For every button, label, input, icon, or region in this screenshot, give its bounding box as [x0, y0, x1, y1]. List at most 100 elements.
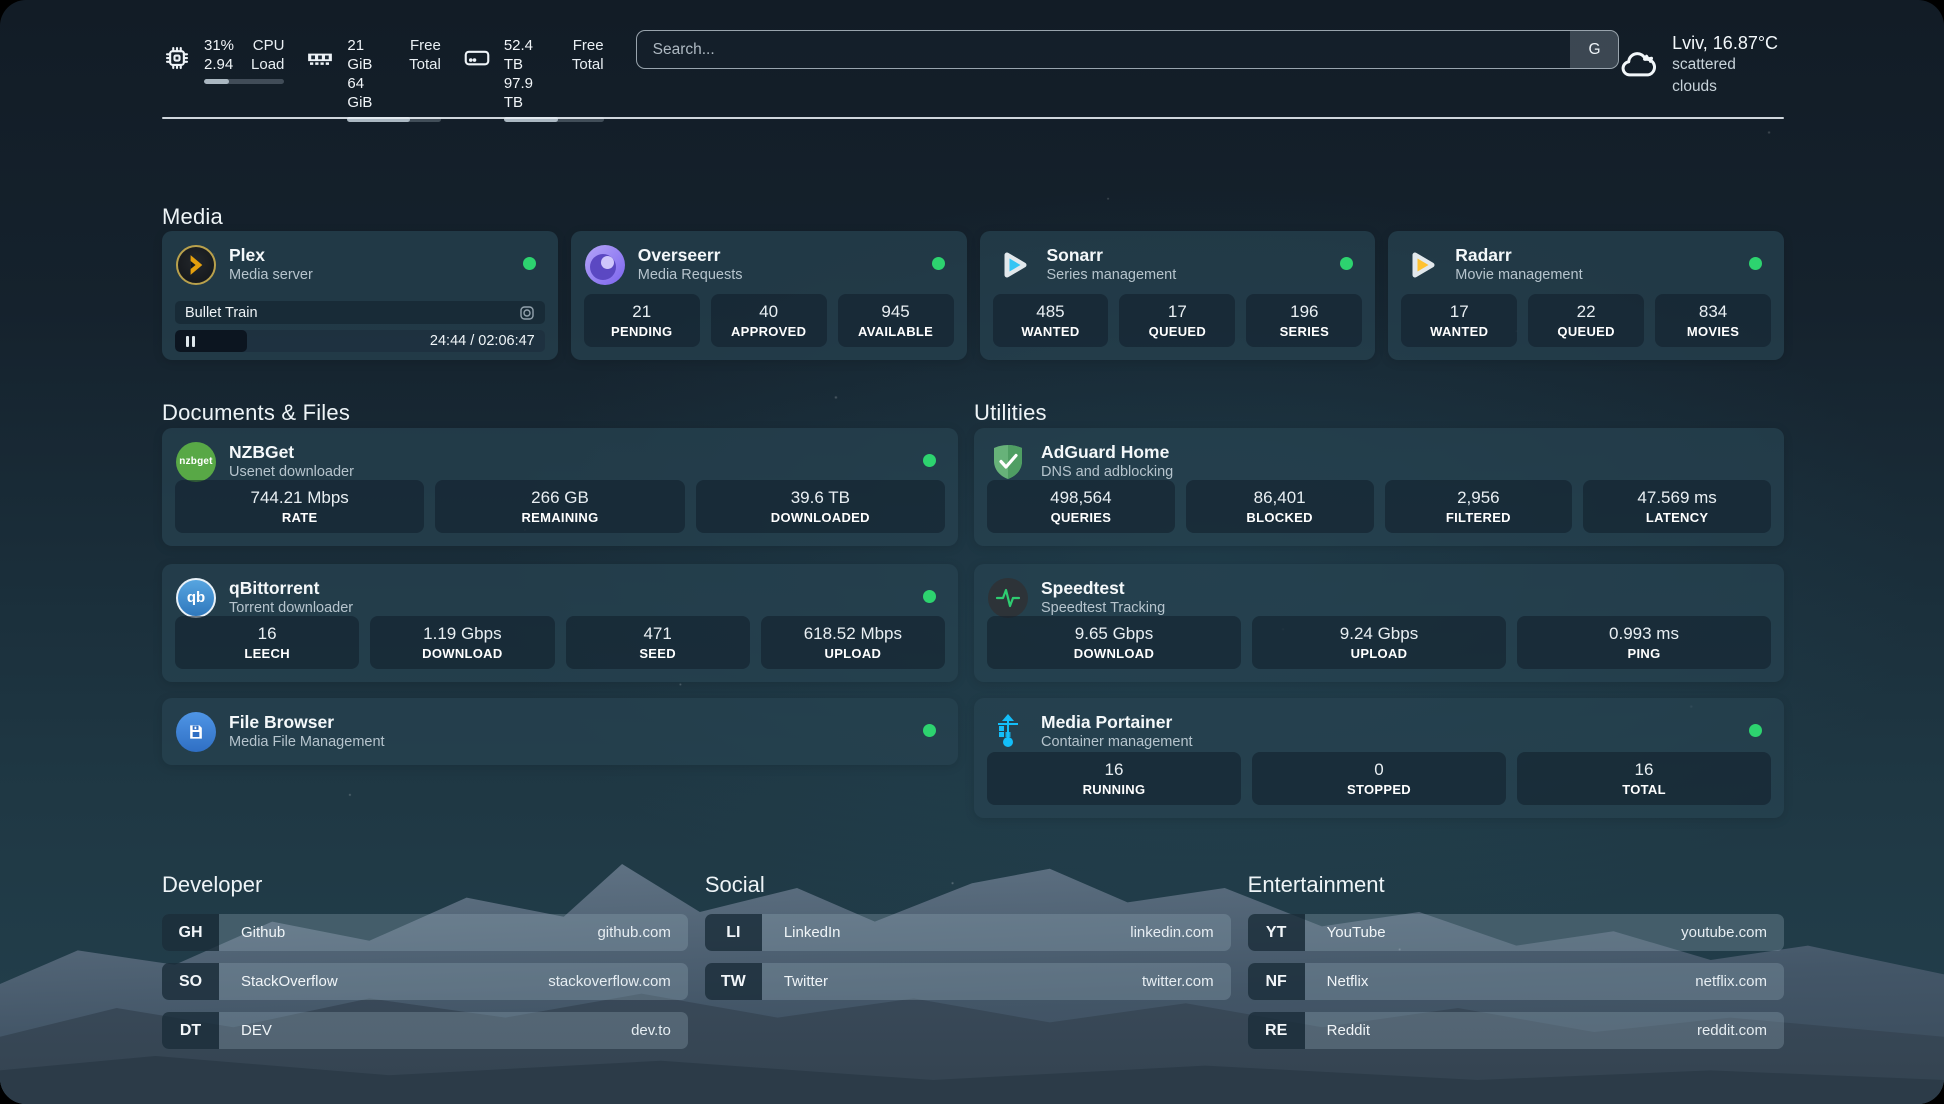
memory-stat-group: 21 GiB 64 GiB Free Total	[305, 30, 440, 122]
cpu-load-label: Load	[251, 55, 284, 74]
adguard-card[interactable]: AdGuard Home DNS and adblocking 498,564 …	[974, 428, 1784, 546]
filebrowser-icon	[176, 712, 216, 752]
stat-latency: 47.569 ms LATENCY	[1583, 480, 1771, 533]
status-online-dot	[523, 257, 536, 270]
app-description: Media Requests	[638, 266, 743, 285]
header-divider	[162, 117, 1784, 119]
link-abbr-badge: DT	[162, 1012, 219, 1049]
now-playing-bar: Bullet Train	[175, 301, 545, 324]
cloud-icon	[1619, 45, 1659, 85]
search-engine-button[interactable]: G	[1570, 31, 1618, 68]
sonarr-card[interactable]: Sonarr Series management 485 WANTED 17 Q…	[980, 231, 1376, 360]
search-input[interactable]	[637, 31, 1571, 68]
plex-icon	[176, 245, 216, 285]
bookmarks-area: Developer GH Github github.com SO StackO…	[162, 872, 1784, 1061]
cpu-progress-bar	[204, 79, 284, 84]
stat-running: 16 RUNNING	[987, 752, 1241, 805]
section-title-documents: Documents & Files	[162, 400, 350, 426]
link-abbr-badge: YT	[1248, 914, 1305, 951]
app-name: Speedtest	[1041, 577, 1165, 599]
cpu-icon	[162, 43, 192, 73]
memory-icon	[305, 43, 335, 73]
status-online-dot	[1749, 257, 1762, 270]
stat-queries: 498,564 QUERIES	[987, 480, 1175, 533]
stat-blocked: 86,401 BLOCKED	[1186, 480, 1374, 533]
weather-condition: scattered clouds	[1672, 54, 1784, 98]
section-title-social: Social	[705, 872, 1231, 898]
link-abbr-badge: RE	[1248, 1012, 1305, 1049]
app-name: Overseerr	[638, 244, 743, 266]
plex-card[interactable]: Plex Media server Bullet Train 24:44 / 0…	[162, 231, 558, 360]
overseerr-icon	[585, 245, 625, 285]
link-stackoverflow[interactable]: SO StackOverflow stackoverflow.com	[162, 963, 688, 1000]
radarr-card[interactable]: Radarr Movie management 17 WANTED 22 QUE…	[1388, 231, 1784, 360]
qbittorrent-card[interactable]: qb qBittorrent Torrent downloader 16 LEE…	[162, 564, 958, 682]
disk-total-label: Total	[572, 55, 604, 74]
app-name: File Browser	[229, 711, 385, 733]
speedtest-card[interactable]: Speedtest Speedtest Tracking 9.65 Gbps D…	[974, 564, 1784, 682]
status-online-dot	[1340, 257, 1353, 270]
app-description: Container management	[1041, 733, 1193, 752]
disk-free-label: Free	[573, 36, 604, 55]
sonarr-icon	[994, 245, 1034, 285]
filebrowser-card[interactable]: File Browser Media File Management	[162, 698, 958, 765]
memory-free-label: Free	[410, 36, 441, 55]
entertainment-links: Entertainment YT YouTube youtube.com NF …	[1248, 872, 1784, 1061]
weather-widget: Lviv, 16.87°C scattered clouds	[1619, 30, 1784, 98]
cpu-percent: 31%	[204, 36, 234, 55]
stat-upload: 9.24 Gbps UPLOAD	[1252, 616, 1506, 669]
app-name: Plex	[229, 244, 313, 266]
media-cards-row: Plex Media server Bullet Train 24:44 / 0…	[162, 231, 1784, 360]
dashboard-app: 31% 2.94 CPU Load 21 GiB	[0, 0, 1944, 1104]
overseerr-card[interactable]: Overseerr Media Requests 21 PENDING 40 A…	[571, 231, 967, 360]
app-description: Media File Management	[229, 733, 385, 752]
stat-wanted: 17 WANTED	[1401, 294, 1517, 347]
nzbget-icon: nzbget	[176, 442, 216, 482]
playback-time: 24:44 / 02:06:47	[430, 330, 535, 352]
stat-download: 1.19 Gbps DOWNLOAD	[370, 616, 554, 669]
top-bar: 31% 2.94 CPU Load 21 GiB	[162, 30, 1784, 122]
link-github[interactable]: GH Github github.com	[162, 914, 688, 951]
link-abbr-badge: SO	[162, 963, 219, 1000]
nzbget-card[interactable]: nzbget NZBGet Usenet downloader 744.21 M…	[162, 428, 958, 546]
radarr-icon	[1402, 245, 1442, 285]
portainer-card[interactable]: Media Portainer Container management 16 …	[974, 698, 1784, 818]
status-online-dot	[1749, 724, 1762, 737]
link-linkedin[interactable]: LI LinkedIn linkedin.com	[705, 914, 1231, 951]
link-twitter[interactable]: TW Twitter twitter.com	[705, 963, 1231, 1000]
developer-links: Developer GH Github github.com SO StackO…	[162, 872, 688, 1061]
stat-download: 9.65 Gbps DOWNLOAD	[987, 616, 1241, 669]
cpu-load-avg: 2.94	[204, 55, 234, 74]
app-name: NZBGet	[229, 441, 354, 463]
pause-icon[interactable]	[186, 336, 195, 347]
stat-series: 196 SERIES	[1246, 294, 1362, 347]
link-dev[interactable]: DT DEV dev.to	[162, 1012, 688, 1049]
disk-total: 97.9 TB	[504, 74, 555, 112]
stat-ping: 0.993 ms PING	[1517, 616, 1771, 669]
app-name: Radarr	[1455, 244, 1582, 266]
cpu-label: CPU	[253, 36, 285, 55]
link-abbr-badge: NF	[1248, 963, 1305, 1000]
stat-total: 16 TOTAL	[1517, 752, 1771, 805]
utilities-column: AdGuard Home DNS and adblocking 498,564 …	[974, 428, 1784, 818]
playback-progress-bar[interactable]: 24:44 / 02:06:47	[175, 330, 545, 352]
disk-free: 52.4 TB	[504, 36, 555, 74]
app-name: qBittorrent	[229, 577, 353, 599]
documents-column: nzbget NZBGet Usenet downloader 744.21 M…	[162, 428, 958, 765]
status-online-dot	[932, 257, 945, 270]
cpu-stat-group: 31% 2.94 CPU Load	[162, 30, 284, 84]
link-reddit[interactable]: RE Reddit reddit.com	[1248, 1012, 1784, 1049]
stat-queued: 22 QUEUED	[1528, 294, 1644, 347]
app-description: Movie management	[1455, 266, 1582, 285]
status-online-dot	[923, 724, 936, 737]
stat-downloaded: 39.6 TB DOWNLOADED	[696, 480, 945, 533]
link-youtube[interactable]: YT YouTube youtube.com	[1248, 914, 1784, 951]
stat-approved: 40 APPROVED	[711, 294, 827, 347]
app-name: Media Portainer	[1041, 711, 1193, 733]
section-title-developer: Developer	[162, 872, 688, 898]
link-netflix[interactable]: NF Netflix netflix.com	[1248, 963, 1784, 1000]
now-playing-title: Bullet Train	[185, 305, 258, 321]
stat-upload: 618.52 Mbps UPLOAD	[761, 616, 945, 669]
section-title-media: Media	[162, 204, 223, 230]
link-abbr-badge: GH	[162, 914, 219, 951]
